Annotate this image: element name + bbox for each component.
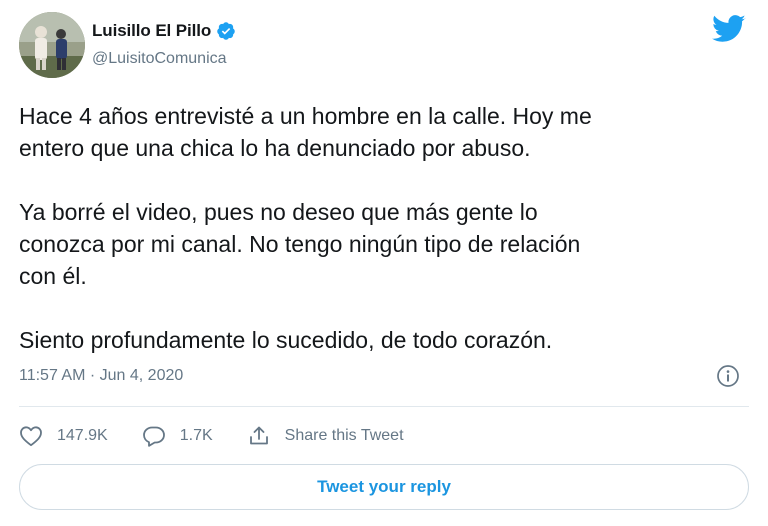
- tweet-paragraph: Hace 4 años entrevisté a un hombre en la…: [19, 103, 592, 161]
- display-name[interactable]: Luisillo El Pillo: [92, 21, 211, 41]
- heart-icon: [19, 425, 43, 447]
- tweet-actions: 147.9K 1.7K Share this Tweet: [19, 421, 438, 451]
- twitter-bird-icon[interactable]: [712, 14, 746, 44]
- tweet-embed: Luisillo El Pillo @LuisitoComunica Hace …: [0, 0, 768, 526]
- tweet-timestamp[interactable]: 11:57 AM · Jun 4, 2020: [19, 367, 183, 385]
- divider: [19, 406, 749, 407]
- speech-bubble-icon: [142, 425, 166, 447]
- tweet-text: Hace 4 años entrevisté a un hombre en la…: [19, 100, 749, 388]
- avatar[interactable]: [19, 12, 85, 78]
- reply-action[interactable]: 1.7K: [142, 425, 213, 447]
- verified-badge-icon: [216, 21, 236, 41]
- tweet-your-reply-button[interactable]: Tweet your reply: [19, 464, 749, 510]
- info-icon[interactable]: [716, 364, 740, 388]
- tweet-paragraph: Ya borré el video, pues no deseo que más…: [19, 199, 581, 289]
- author-handle[interactable]: @LuisitoComunica: [92, 50, 227, 68]
- like-action[interactable]: 147.9K: [19, 425, 108, 447]
- author-row: Luisillo El Pillo: [92, 20, 236, 42]
- tweet-paragraph: Siento profundamente lo sucedido, de tod…: [19, 327, 553, 353]
- share-label: Share this Tweet: [284, 427, 404, 444]
- share-action[interactable]: Share this Tweet: [247, 425, 404, 447]
- reply-count: 1.7K: [179, 427, 213, 444]
- share-icon: [247, 425, 271, 447]
- like-count: 147.9K: [57, 427, 108, 444]
